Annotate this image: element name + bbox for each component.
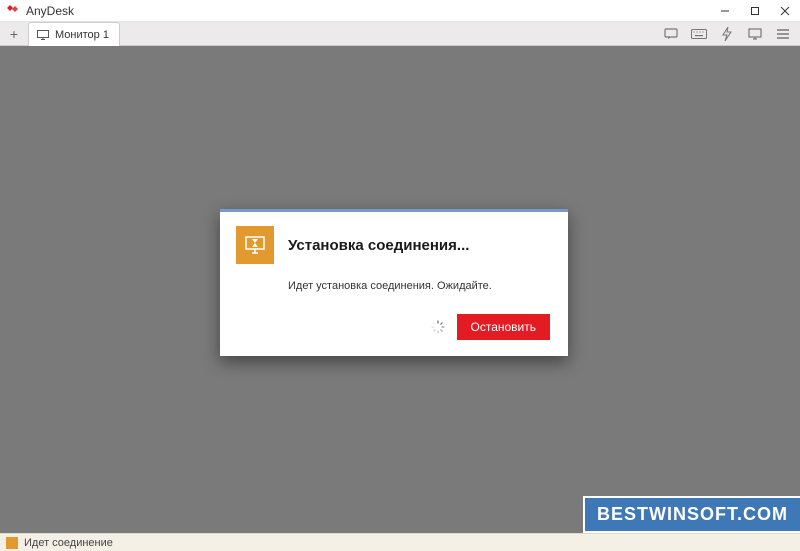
titlebar: AnyDesk bbox=[0, 0, 800, 22]
connection-dialog: Установка соединения... Идет установка с… bbox=[220, 209, 568, 356]
lightning-icon[interactable] bbox=[714, 24, 740, 44]
monitor-action-icon[interactable] bbox=[742, 24, 768, 44]
anydesk-logo-icon bbox=[6, 4, 20, 18]
tab-monitor-1[interactable]: Монитор 1 bbox=[28, 22, 120, 46]
maximize-button[interactable] bbox=[740, 0, 770, 21]
close-button[interactable] bbox=[770, 0, 800, 21]
stop-button[interactable]: Остановить bbox=[457, 314, 551, 340]
window-controls bbox=[710, 0, 800, 21]
dialog-title: Установка соединения... bbox=[288, 237, 469, 254]
hourglass-monitor-icon bbox=[236, 226, 274, 264]
statusbar: Идет соединение bbox=[0, 533, 800, 551]
new-tab-button[interactable]: + bbox=[0, 22, 28, 45]
tab-label: Монитор 1 bbox=[55, 29, 109, 41]
tabbar: + Монитор 1 bbox=[0, 22, 800, 46]
spinner-icon bbox=[431, 320, 445, 334]
monitor-icon bbox=[37, 30, 49, 40]
toolbar-actions bbox=[658, 22, 800, 45]
status-text: Идет соединение bbox=[24, 537, 113, 549]
remote-viewport: Установка соединения... Идет установка с… bbox=[0, 46, 800, 533]
minimize-button[interactable] bbox=[710, 0, 740, 21]
keyboard-icon[interactable] bbox=[686, 24, 712, 44]
menu-icon[interactable] bbox=[770, 24, 796, 44]
dialog-message: Идет установка соединения. Ожидайте. bbox=[288, 280, 550, 292]
watermark: BESTWINSOFT.COM bbox=[583, 496, 800, 533]
status-icon bbox=[6, 537, 18, 549]
chat-icon[interactable] bbox=[658, 24, 684, 44]
app-title: AnyDesk bbox=[26, 4, 710, 18]
